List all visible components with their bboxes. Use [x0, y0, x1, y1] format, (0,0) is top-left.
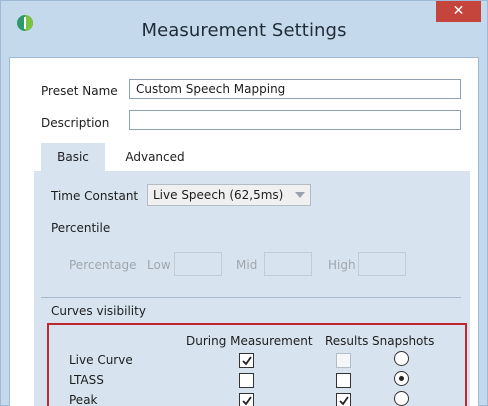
window-title: Measurement Settings [141, 20, 347, 41]
section-divider [41, 297, 461, 298]
curves-visibility-label: Curves visibility [51, 304, 146, 318]
tab-advanced[interactable]: Advanced [105, 143, 205, 171]
live-curve-snapshot-radio[interactable] [394, 351, 409, 366]
low-input[interactable] [174, 252, 222, 276]
ltass-snapshot-radio[interactable] [394, 371, 409, 386]
peak-results-checkbox[interactable] [336, 393, 351, 406]
col-snapshots: Snapshots [372, 334, 435, 348]
title-bar[interactable]: Measurement Settings ✕ [1, 1, 487, 57]
ltass-results-checkbox[interactable] [336, 373, 351, 388]
time-constant-select[interactable]: Live Speech (62,5ms) [147, 184, 311, 206]
check-icon [242, 356, 252, 366]
preset-name-input[interactable]: Custom Speech Mapping [129, 79, 461, 99]
percentile-label: Percentile [51, 221, 111, 235]
time-constant-label: Time Constant [51, 189, 139, 203]
col-during-measurement: During Measurement [186, 334, 313, 348]
chevron-down-icon [295, 192, 305, 198]
live-curve-during-checkbox[interactable] [239, 353, 254, 368]
radio-selected-icon [399, 376, 404, 381]
col-results: Results [325, 334, 369, 348]
low-label: Low [147, 258, 171, 272]
high-input[interactable] [358, 252, 406, 276]
peak-during-checkbox[interactable] [239, 393, 254, 406]
high-label: High [328, 258, 356, 272]
mid-label: Mid [236, 258, 258, 272]
description-label: Description [41, 116, 110, 130]
live-curve-results-checkbox[interactable] [336, 353, 351, 368]
mid-input[interactable] [264, 252, 312, 276]
ltass-during-checkbox[interactable] [239, 373, 254, 388]
time-constant-value: Live Speech (62,5ms) [153, 188, 284, 202]
peak-snapshot-radio[interactable] [394, 391, 409, 406]
check-icon [242, 396, 252, 406]
row-label-peak: Peak [69, 393, 98, 406]
percentage-label: Percentage [69, 258, 137, 272]
tab-basic[interactable]: Basic [41, 143, 105, 171]
measurement-settings-window: Measurement Settings ✕ Preset Name Custo… [0, 0, 488, 406]
preset-name-label: Preset Name [41, 84, 118, 98]
row-label-live-curve: Live Curve [69, 353, 133, 367]
close-button[interactable]: ✕ [436, 1, 481, 22]
row-label-ltass: LTASS [69, 373, 104, 387]
description-input[interactable] [129, 110, 461, 130]
close-icon: ✕ [452, 3, 465, 19]
check-icon [339, 396, 349, 406]
